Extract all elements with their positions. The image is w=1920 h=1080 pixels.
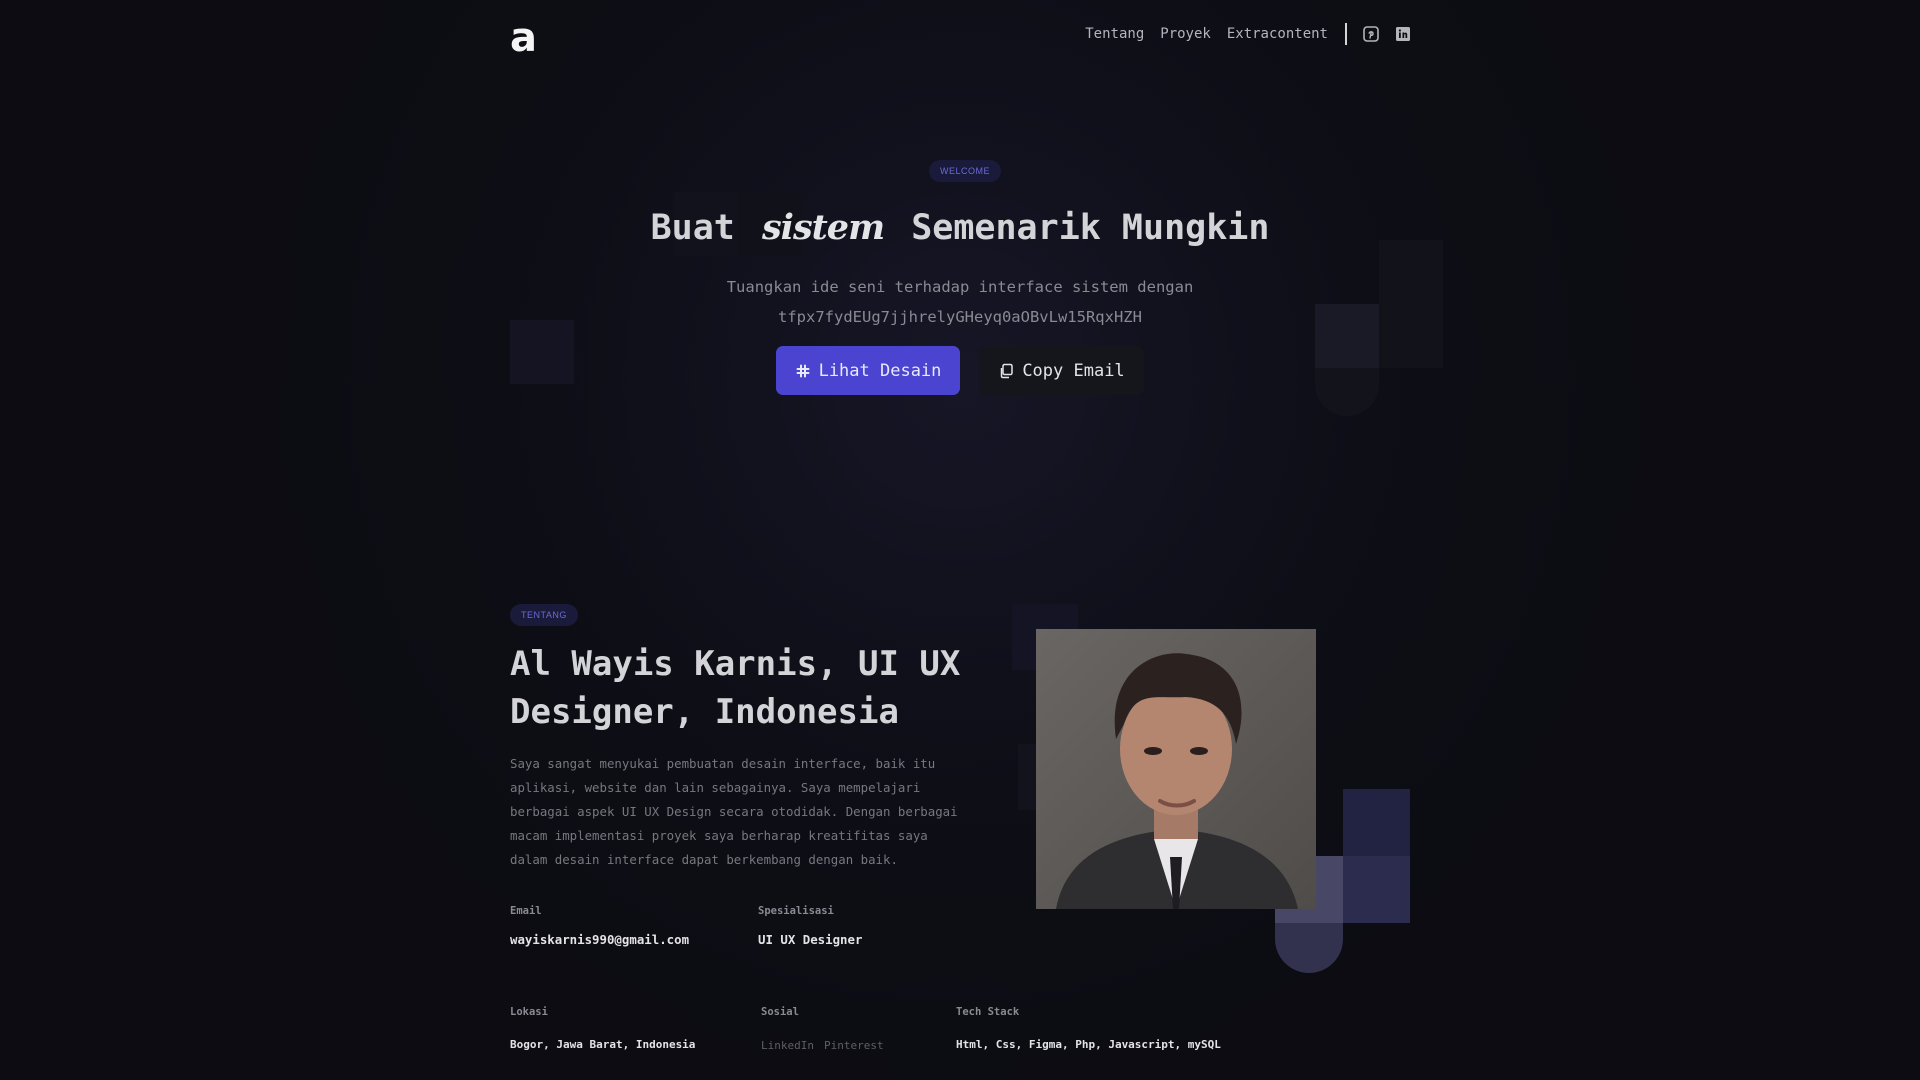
profile-photo	[1036, 629, 1316, 909]
pinterest-icon[interactable]	[1363, 26, 1379, 42]
social-link-pinterest[interactable]: Pinterest	[824, 1039, 884, 1052]
copy-icon	[998, 363, 1014, 379]
nav-link-proyek[interactable]: Proyek	[1160, 26, 1211, 42]
about-description: Saya sangat menyukai pembuatan desain in…	[510, 756, 958, 867]
location-label: Lokasi	[510, 1006, 548, 1018]
decor-square	[1018, 744, 1036, 810]
nav-link-extracontent[interactable]: Extracontent	[1227, 26, 1328, 42]
lihat-desain-label: Lihat Desain	[818, 360, 942, 381]
social-link-linkedin[interactable]: LinkedIn	[761, 1039, 814, 1052]
decor-pill	[1275, 923, 1343, 973]
welcome-badge: WELCOME	[929, 160, 1002, 182]
linkedin-icon[interactable]	[1395, 26, 1411, 42]
location-value: Bogor, Jawa Barat, Indonesia	[510, 1038, 696, 1051]
logo[interactable]: a	[510, 14, 537, 62]
hash-icon	[795, 363, 811, 379]
hero-title-start: Buat	[650, 208, 735, 248]
hero-subtitle-line: Tuangkan ide seni terhadap interface sis…	[726, 278, 1194, 296]
lihat-desain-button[interactable]: Lihat Desain	[776, 346, 960, 395]
decor-square	[1343, 856, 1410, 923]
email-value[interactable]: wayiskarnis990@gmail.com	[510, 932, 689, 947]
decor-square	[1343, 789, 1410, 856]
social-links: LinkedIn Pinterest	[761, 1039, 884, 1052]
tentang-badge: TENTANG	[510, 604, 578, 626]
decor-pill	[1315, 368, 1379, 416]
techstack-label: Tech Stack	[956, 1006, 1020, 1018]
hero-title-script-word: sistem	[761, 207, 885, 248]
hero-title: Buat sistem Semenarik Mungkin	[0, 204, 1920, 252]
specialization-value: UI UX Designer	[758, 932, 863, 947]
hero-subtitle-line: tfpx7fydEUg7jjhrelyGHeyq0aOBvLw15RqxHZH	[778, 308, 1142, 326]
techstack-value: Html, Css, Figma, Php, Javascript, mySQL	[956, 1038, 1221, 1051]
top-nav: Tentang Proyek Extracontent	[1085, 22, 1411, 46]
about-title: Al Wayis Karnis, UI UX Designer, Indones…	[510, 644, 961, 732]
specialization-label: Spesialisasi	[758, 905, 834, 917]
email-label: Email	[510, 905, 542, 917]
copy-email-button[interactable]: Copy Email	[979, 346, 1144, 395]
copy-email-label: Copy Email	[1022, 360, 1125, 381]
nav-link-tentang[interactable]: Tentang	[1085, 26, 1144, 42]
hero-subtitle: Tuangkan ide seni terhadap interface sis…	[0, 272, 1920, 332]
nav-divider	[1345, 23, 1347, 45]
social-label: Sosial	[761, 1006, 799, 1018]
hero-title-end: Semenarik Mungkin	[911, 208, 1270, 248]
